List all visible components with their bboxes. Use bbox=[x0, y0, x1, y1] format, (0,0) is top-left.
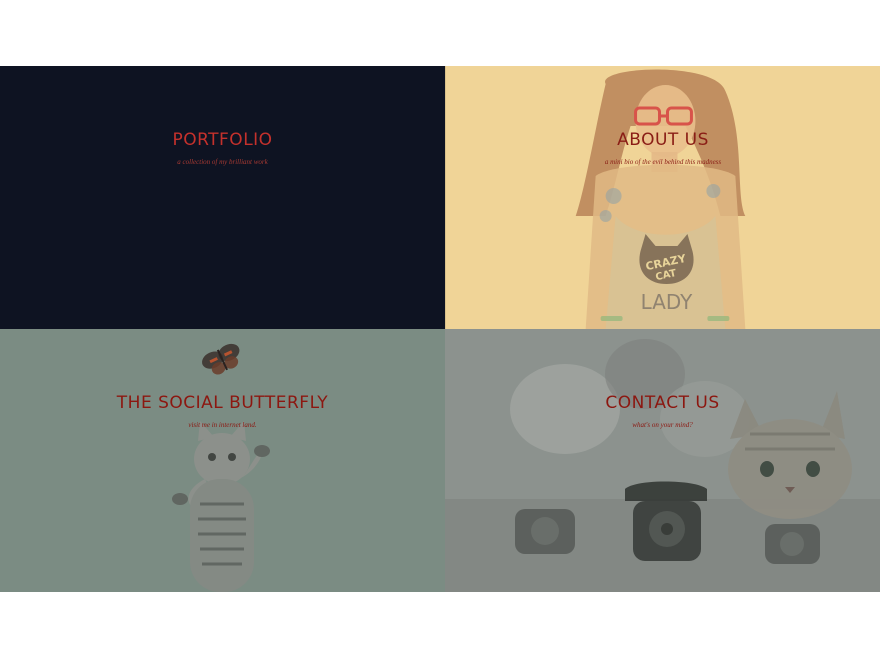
telephone-icon bbox=[765, 524, 820, 564]
butterfly-and-kitten-photo bbox=[172, 343, 270, 592]
tile-subtitle: a collection of my brilliant work bbox=[177, 158, 268, 166]
telephone-icon bbox=[515, 509, 575, 554]
portfolio-grid: PORTFOLIO a collection of my brilliant w… bbox=[0, 66, 880, 592]
kittens-and-telephone-photo bbox=[445, 339, 880, 592]
tile-subtitle: what's on your mind? bbox=[632, 421, 693, 429]
tile-title: CONTACT US bbox=[605, 393, 720, 413]
tile-social[interactable]: THE SOCIAL BUTTERFLY visit me in interne… bbox=[0, 329, 445, 592]
tile-caption: CONTACT US what's on your mind? bbox=[445, 393, 880, 429]
butterfly-icon bbox=[202, 343, 240, 375]
tile-subtitle: visit me in internet land. bbox=[188, 421, 257, 429]
tile-title: ABOUT US bbox=[617, 130, 709, 150]
tile-portfolio[interactable]: PORTFOLIO a collection of my brilliant w… bbox=[0, 66, 445, 329]
tile-caption: ABOUT US a mini bio of the evil behind t… bbox=[446, 130, 880, 166]
tile-subtitle: a mini bio of the evil behind this madne… bbox=[604, 158, 722, 166]
crazy-cat-lady-illustration: CRAZY CAT LADY bbox=[575, 69, 746, 329]
tile-title: PORTFOLIO bbox=[172, 130, 273, 150]
tile-about[interactable]: CRAZY CAT LADY ABOUT US a mini bio of th… bbox=[445, 66, 880, 329]
tile-caption: THE SOCIAL BUTTERFLY visit me in interne… bbox=[0, 393, 445, 429]
tile-caption: PORTFOLIO a collection of my brilliant w… bbox=[0, 130, 445, 166]
telephone-icon bbox=[625, 481, 707, 561]
shirt-text-lady: LADY bbox=[641, 290, 693, 314]
kitten-image bbox=[172, 421, 270, 592]
tile-title: THE SOCIAL BUTTERFLY bbox=[116, 393, 329, 413]
tile-contact[interactable]: CONTACT US what's on your mind? bbox=[445, 329, 880, 592]
